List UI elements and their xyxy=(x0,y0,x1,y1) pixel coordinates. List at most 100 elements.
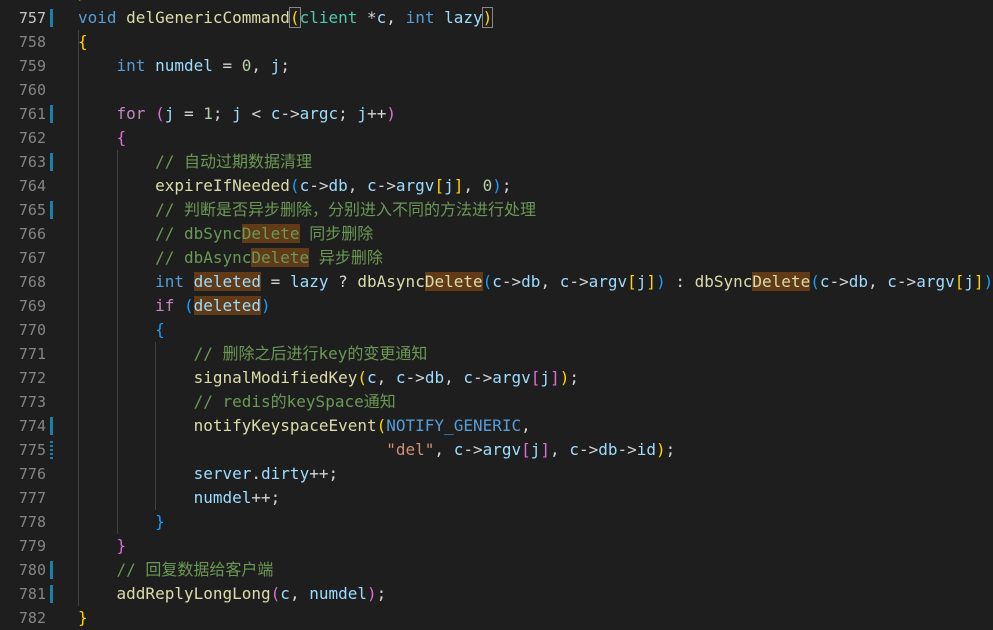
line-code: // dbSyncDelete 同步删除 xyxy=(78,222,373,246)
line-code: // dbAsyncDelete 异步删除 xyxy=(78,246,383,270)
line-number: 770 xyxy=(18,321,46,339)
comment-token: 异步删除 xyxy=(309,248,383,267)
code-line[interactable]: 780 // 回复数据给客户端 xyxy=(0,558,993,582)
line-code: int deleted = lazy ? dbAsyncDelete(c->db… xyxy=(78,270,993,294)
plain-token: . xyxy=(251,464,262,483)
macro-token: NOTIFY_GENERIC xyxy=(386,416,522,435)
code-editor[interactable]: / 757void delGenericCommand(client *c, i… xyxy=(0,0,993,630)
code-line[interactable]: 774 notifyKeyspaceEvent(NOTIFY_GENERIC, xyxy=(0,414,993,438)
bracket-token: ] xyxy=(540,440,551,459)
bracket-token: ) xyxy=(656,272,666,291)
line-number: 763 xyxy=(18,153,46,171)
bracket-token: { xyxy=(155,320,165,339)
code-line[interactable]: 761 for (j = 1; j < c->argc; j++) xyxy=(0,102,993,126)
plain-token: * xyxy=(367,8,377,27)
variable-token: numdel xyxy=(309,584,367,603)
bracket-token: ) xyxy=(367,584,377,603)
line-code: // 删除之后进行key的变更通知 xyxy=(78,342,428,366)
code-line[interactable]: 758 { xyxy=(0,30,993,54)
code-line[interactable]: 781 addReplyLongLong(c, numdel); xyxy=(0,582,993,606)
git-modified-marker[interactable] xyxy=(50,9,53,27)
code-line[interactable]: 770 { xyxy=(0,318,993,342)
variable-token: lazy xyxy=(444,8,483,27)
bracket-token: [ xyxy=(954,272,965,291)
code-line[interactable]: 764 expireIfNeeded(c->db, c->argv[j], 0)… xyxy=(0,174,993,198)
code-line[interactable]: 773 // redis的keySpace通知 xyxy=(0,390,993,414)
code-line[interactable]: 768 int deleted = lazy ? dbAsyncDelete(c… xyxy=(0,270,993,294)
code-line[interactable]: 766 // dbSyncDelete 同步删除 xyxy=(0,222,993,246)
code-line[interactable]: 759 int numdel = 0, j; xyxy=(0,54,993,78)
git-modified-marker[interactable] xyxy=(50,105,53,123)
code-line[interactable]: 771 // 删除之后进行key的变更通知 xyxy=(0,342,993,366)
code-line[interactable]: 779 } xyxy=(0,534,993,558)
git-modified-marker[interactable] xyxy=(50,417,53,435)
line-number: 768 xyxy=(18,273,46,291)
plain-token: = xyxy=(212,56,242,75)
control-keyword-token: for xyxy=(116,104,146,123)
line-number: 759 xyxy=(18,57,46,75)
bracket-token: ] xyxy=(453,176,464,195)
variable-token: j xyxy=(164,104,175,123)
highlighted-match-token: deleted xyxy=(193,296,262,315)
code-line[interactable]: 772 signalModifiedKey(c, c->db, c->argv[… xyxy=(0,366,993,390)
variable-token: c xyxy=(376,8,387,27)
line-number: 776 xyxy=(18,465,46,483)
code-line[interactable]: 777 numdel++; xyxy=(0,486,993,510)
line-code: void delGenericCommand(client *c, int la… xyxy=(78,6,494,30)
git-modified-marker[interactable] xyxy=(50,441,53,459)
variable-token: argv xyxy=(492,368,531,387)
line-number: 762 xyxy=(18,129,46,147)
line-number: 761 xyxy=(18,105,46,123)
line-number: 771 xyxy=(18,345,46,363)
variable-token: db xyxy=(424,368,445,387)
code-line[interactable]: 767 // dbAsyncDelete 异步删除 xyxy=(0,246,993,270)
matched-bracket-token: ( xyxy=(288,7,301,28)
plain-token: , xyxy=(386,8,406,27)
variable-token: db xyxy=(521,272,541,291)
plain-token: -> xyxy=(829,272,849,291)
variable-token: c xyxy=(367,176,377,195)
code-line[interactable]: 757 void delGenericCommand(client *c, int… xyxy=(0,6,993,30)
line-code: } xyxy=(78,510,165,534)
line-code: "del", c->argv[j], c->db->id); xyxy=(78,438,675,462)
git-modified-marker[interactable] xyxy=(50,561,53,579)
code-line[interactable]: 782} xyxy=(0,606,993,630)
code-line[interactable]: 778 } xyxy=(0,510,993,534)
code-line[interactable]: 763 // 自动过期数据清理 xyxy=(0,150,993,174)
code-line[interactable]: 760 xyxy=(0,78,993,102)
bracket-token: ) xyxy=(983,272,993,291)
git-modified-marker[interactable] xyxy=(50,153,53,171)
plain-token: = xyxy=(261,272,290,291)
plain-token: ; xyxy=(376,584,387,603)
line-number: 780 xyxy=(18,561,46,579)
plain-token: = xyxy=(174,104,204,123)
bracket-token: } xyxy=(78,608,88,627)
code-line[interactable]: 765 // 判断是否异步删除，分别进入不同的方法进行处理 xyxy=(0,198,993,222)
plain-token: ++; xyxy=(251,488,281,507)
git-modified-marker[interactable] xyxy=(50,201,53,219)
plain-token: ; xyxy=(501,176,512,195)
bracket-token: ) xyxy=(656,440,666,459)
code-line[interactable]: 762 { xyxy=(0,126,993,150)
line-number: 769 xyxy=(18,297,46,315)
line-number: 778 xyxy=(18,513,46,531)
variable-token: c xyxy=(569,440,579,459)
variable-token: db xyxy=(598,440,618,459)
variable-token: j xyxy=(636,272,647,291)
line-number: 775 xyxy=(18,441,46,459)
highlighted-match-token: deleted xyxy=(193,272,262,291)
plain-token: , xyxy=(540,272,560,291)
comment-token: // redis的keySpace通知 xyxy=(193,392,396,411)
code-line[interactable]: 776 server.dirty++; xyxy=(0,462,993,486)
line-code: notifyKeyspaceEvent(NOTIFY_GENERIC, xyxy=(78,414,531,438)
git-modified-marker[interactable] xyxy=(50,585,53,603)
code-line[interactable]: 775 "del", c->argv[j], c->db->id); xyxy=(0,438,993,462)
variable-token: c xyxy=(367,368,377,387)
line-code: } xyxy=(78,534,127,558)
keyword-token: int xyxy=(405,8,435,27)
code-line[interactable]: 769 if (deleted) xyxy=(0,294,993,318)
plain-token: -> xyxy=(463,440,483,459)
